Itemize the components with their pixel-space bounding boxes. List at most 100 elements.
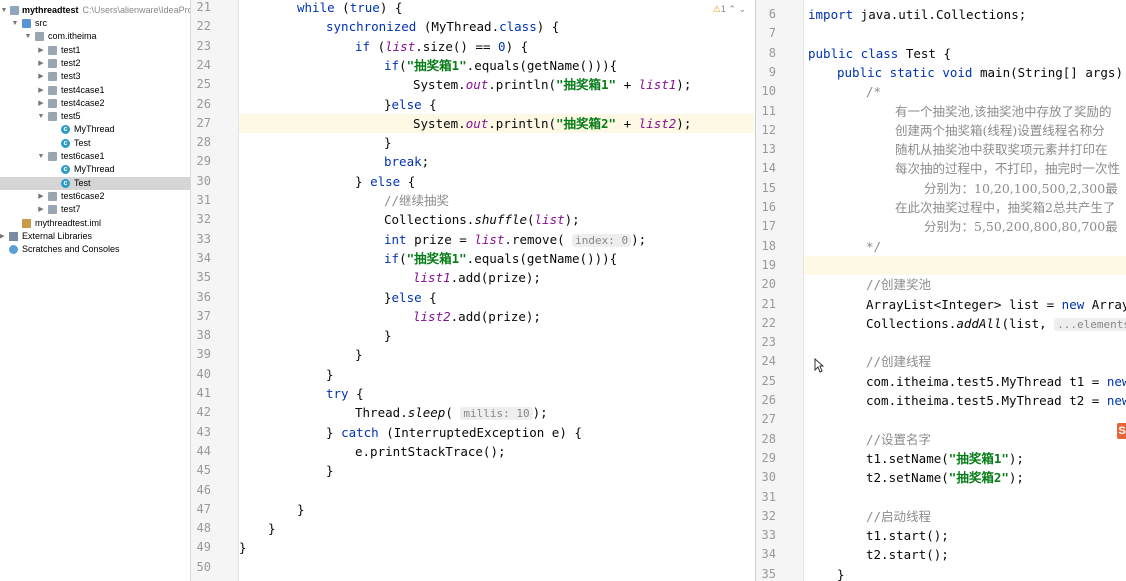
editor-right[interactable]: 6 7 8 9 10 11 12 13 14 15 16 17 18 19 20 21 22 23 24 25 26 27… (755, 0, 1126, 581)
tree-item[interactable]: ▶ test7 (0, 203, 190, 216)
code-line[interactable]: if (list.size() == 0) { (239, 37, 754, 56)
code-line[interactable]: try { (239, 384, 754, 403)
chevron-down-icon[interactable]: ▼ (0, 4, 8, 17)
chevron-down-icon[interactable]: ▼ (24, 30, 32, 43)
tree-root-row[interactable]: ▼ mythreadtest C:\Users\alienware\IdeaPro… (0, 4, 190, 17)
tree-item[interactable]: c Test (0, 137, 190, 150)
code-line[interactable] (804, 24, 1126, 43)
code-line[interactable]: public class Test { (804, 44, 1126, 63)
code-line[interactable] (804, 410, 1126, 429)
code-line[interactable]: } (239, 345, 754, 364)
code-line[interactable]: System.out.println("抽奖箱1" + list1); (239, 75, 754, 94)
code-line[interactable]: } (804, 565, 1126, 581)
tree-item[interactable]: ▶ test1 (0, 44, 190, 57)
code-line[interactable]: Collections.shuffle(list); (239, 210, 754, 229)
tree-item[interactable]: ▼ test5 (0, 110, 190, 123)
tree-item[interactable]: ▶ External Libraries (0, 230, 190, 243)
code-line[interactable]: //创建线程 (804, 352, 1126, 371)
code-line[interactable]: 分别为：10,20,100,500,2,300最 (804, 179, 1126, 198)
code-line[interactable]: } (239, 461, 754, 480)
chevron-down-icon[interactable]: ▼ (37, 110, 45, 123)
code-line[interactable]: } (239, 326, 754, 345)
chevron-down-icon[interactable]: ⌄ (738, 4, 746, 14)
code-line[interactable]: } (239, 500, 754, 519)
code-line[interactable]: 有一个抽奖池,该抽奖池中存放了奖励的 (804, 102, 1126, 121)
inspection-widget[interactable]: ⚠1 ⌃ ⌄ (713, 4, 746, 15)
code-line[interactable]: }else { (239, 288, 754, 307)
chevron-right-icon[interactable]: ▶ (37, 44, 45, 57)
tree-item[interactable]: Scratches and Consoles (0, 243, 190, 256)
code-line[interactable]: t2.setName("抽奖箱2"); (804, 468, 1126, 487)
chevron-up-icon[interactable]: ⌃ (728, 4, 736, 14)
chevron-right-icon[interactable]: ▶ (37, 203, 45, 216)
editor-left-code[interactable]: while (true) {synchronized (MyThread.cla… (239, 0, 754, 581)
code-line[interactable] (804, 488, 1126, 507)
code-line[interactable]: } (239, 133, 754, 152)
code-line[interactable]: 创建两个抽奖箱(线程)设置线程名称分 (804, 121, 1126, 140)
code-line[interactable]: ArrayList<Integer> list = new ArrayL (804, 295, 1126, 314)
code-line[interactable]: int prize = list.remove( index: 0); (239, 230, 754, 249)
code-line[interactable]: if("抽奖箱1".equals(getName())){ (239, 56, 754, 75)
editor-right-gutter[interactable]: 6 7 8 9 10 11 12 13 14 15 16 17 18 19 20 21 22 23 24 25 26 27… (756, 0, 804, 581)
code-line[interactable]: //设置名字 (804, 430, 1126, 449)
code-line[interactable]: list1.add(prize); (239, 268, 754, 287)
code-line[interactable]: com.itheima.test5.MyThread t2 = new (804, 391, 1126, 410)
tree-item[interactable]: ▼ com.itheima (0, 30, 190, 43)
code-line[interactable]: //创建奖池 (804, 275, 1126, 294)
code-line[interactable]: while (true) { (239, 0, 754, 17)
code-line[interactable]: } (239, 538, 754, 557)
code-line[interactable]: /* (804, 82, 1126, 101)
code-line[interactable]: if("抽奖箱1".equals(getName())){ (239, 249, 754, 268)
chevron-right-icon[interactable]: ▶ (37, 97, 45, 110)
chevron-down-icon[interactable]: ▼ (37, 150, 45, 163)
chevron-right-icon[interactable]: ▶ (37, 84, 45, 97)
chevron-right-icon[interactable]: ▶ (37, 190, 45, 203)
tree-item[interactable]: ▼ src (0, 17, 190, 30)
tree-item[interactable]: c Test (0, 176, 190, 190)
code-line[interactable]: list2.add(prize); (239, 307, 754, 326)
chevron-right-icon[interactable]: ▶ (0, 230, 6, 243)
code-line[interactable]: System.out.println("抽奖箱2" + list2); (239, 113, 754, 134)
code-line[interactable]: 每次抽的过程中，不打印，抽完时一次性 (804, 159, 1126, 178)
code-line[interactable]: e.printStackTrace(); (239, 442, 754, 461)
editor-left-gutter[interactable]: 21 22 23 24 25 26 27 28 29 30 31 32 33 34 35 36 37 38 39 40… (191, 0, 239, 581)
tree-item[interactable]: ▼ test6case1 (0, 150, 190, 163)
code-line[interactable]: 随机从抽奖池中获取奖项元素并打印在 (804, 140, 1126, 159)
code-line[interactable]: Thread.sleep( millis: 10); (239, 403, 754, 422)
code-line[interactable]: //继续抽奖 (239, 191, 754, 210)
code-line[interactable] (239, 481, 754, 500)
plugin-badge-icon[interactable]: S (1117, 423, 1126, 439)
tree-item[interactable]: ▶ test3 (0, 70, 190, 83)
tree-item[interactable]: ▶ test4case2 (0, 97, 190, 110)
code-line[interactable]: } (239, 365, 754, 384)
code-line[interactable]: }else { (239, 95, 754, 114)
code-line[interactable]: } catch (InterruptedException e) { (239, 423, 754, 442)
code-line[interactable]: break; (239, 152, 754, 171)
code-line[interactable]: t1.setName("抽奖箱1"); (804, 449, 1126, 468)
code-line[interactable]: t2.start(); (804, 545, 1126, 564)
code-line[interactable]: } (239, 519, 754, 538)
code-line[interactable]: Collections.addAll(list, ...elements: 1 (804, 314, 1126, 333)
tree-item[interactable]: ▶ test4case1 (0, 84, 190, 97)
tree-item[interactable]: c MyThread (0, 123, 190, 136)
code-line[interactable]: */ (804, 237, 1126, 256)
code-line[interactable] (239, 558, 754, 577)
chevron-right-icon[interactable]: ▶ (37, 57, 45, 70)
code-line[interactable] (804, 333, 1126, 352)
tree-item[interactable]: mythreadtest.iml (0, 217, 190, 230)
editor-right-code[interactable]: import java.util.Collections; public clas… (804, 0, 1126, 581)
code-line[interactable]: public static void main(String[] args) { (804, 63, 1126, 82)
tree-item[interactable]: c MyThread (0, 163, 190, 176)
code-line[interactable]: //启动线程 (804, 507, 1126, 526)
code-line[interactable]: 在此次抽奖过程中，抽奖箱2总共产生了 (804, 198, 1126, 217)
code-line[interactable] (804, 255, 1126, 276)
chevron-right-icon[interactable]: ▶ (37, 70, 45, 83)
code-line[interactable]: synchronized (MyThread.class) { (239, 17, 754, 36)
tree-item[interactable]: ▶ test6case2 (0, 190, 190, 203)
code-line[interactable]: import java.util.Collections; (804, 5, 1126, 24)
code-line[interactable]: } else { (239, 172, 754, 191)
chevron-down-icon[interactable]: ▼ (11, 17, 19, 30)
code-line[interactable]: 分别为：5,50,200,800,80,700最 (804, 217, 1126, 236)
editor-left[interactable]: 21 22 23 24 25 26 27 28 29 30 31 32 33 34 35 36 37 38 39 40… (191, 0, 754, 581)
code-line[interactable]: t1.start(); (804, 526, 1126, 545)
